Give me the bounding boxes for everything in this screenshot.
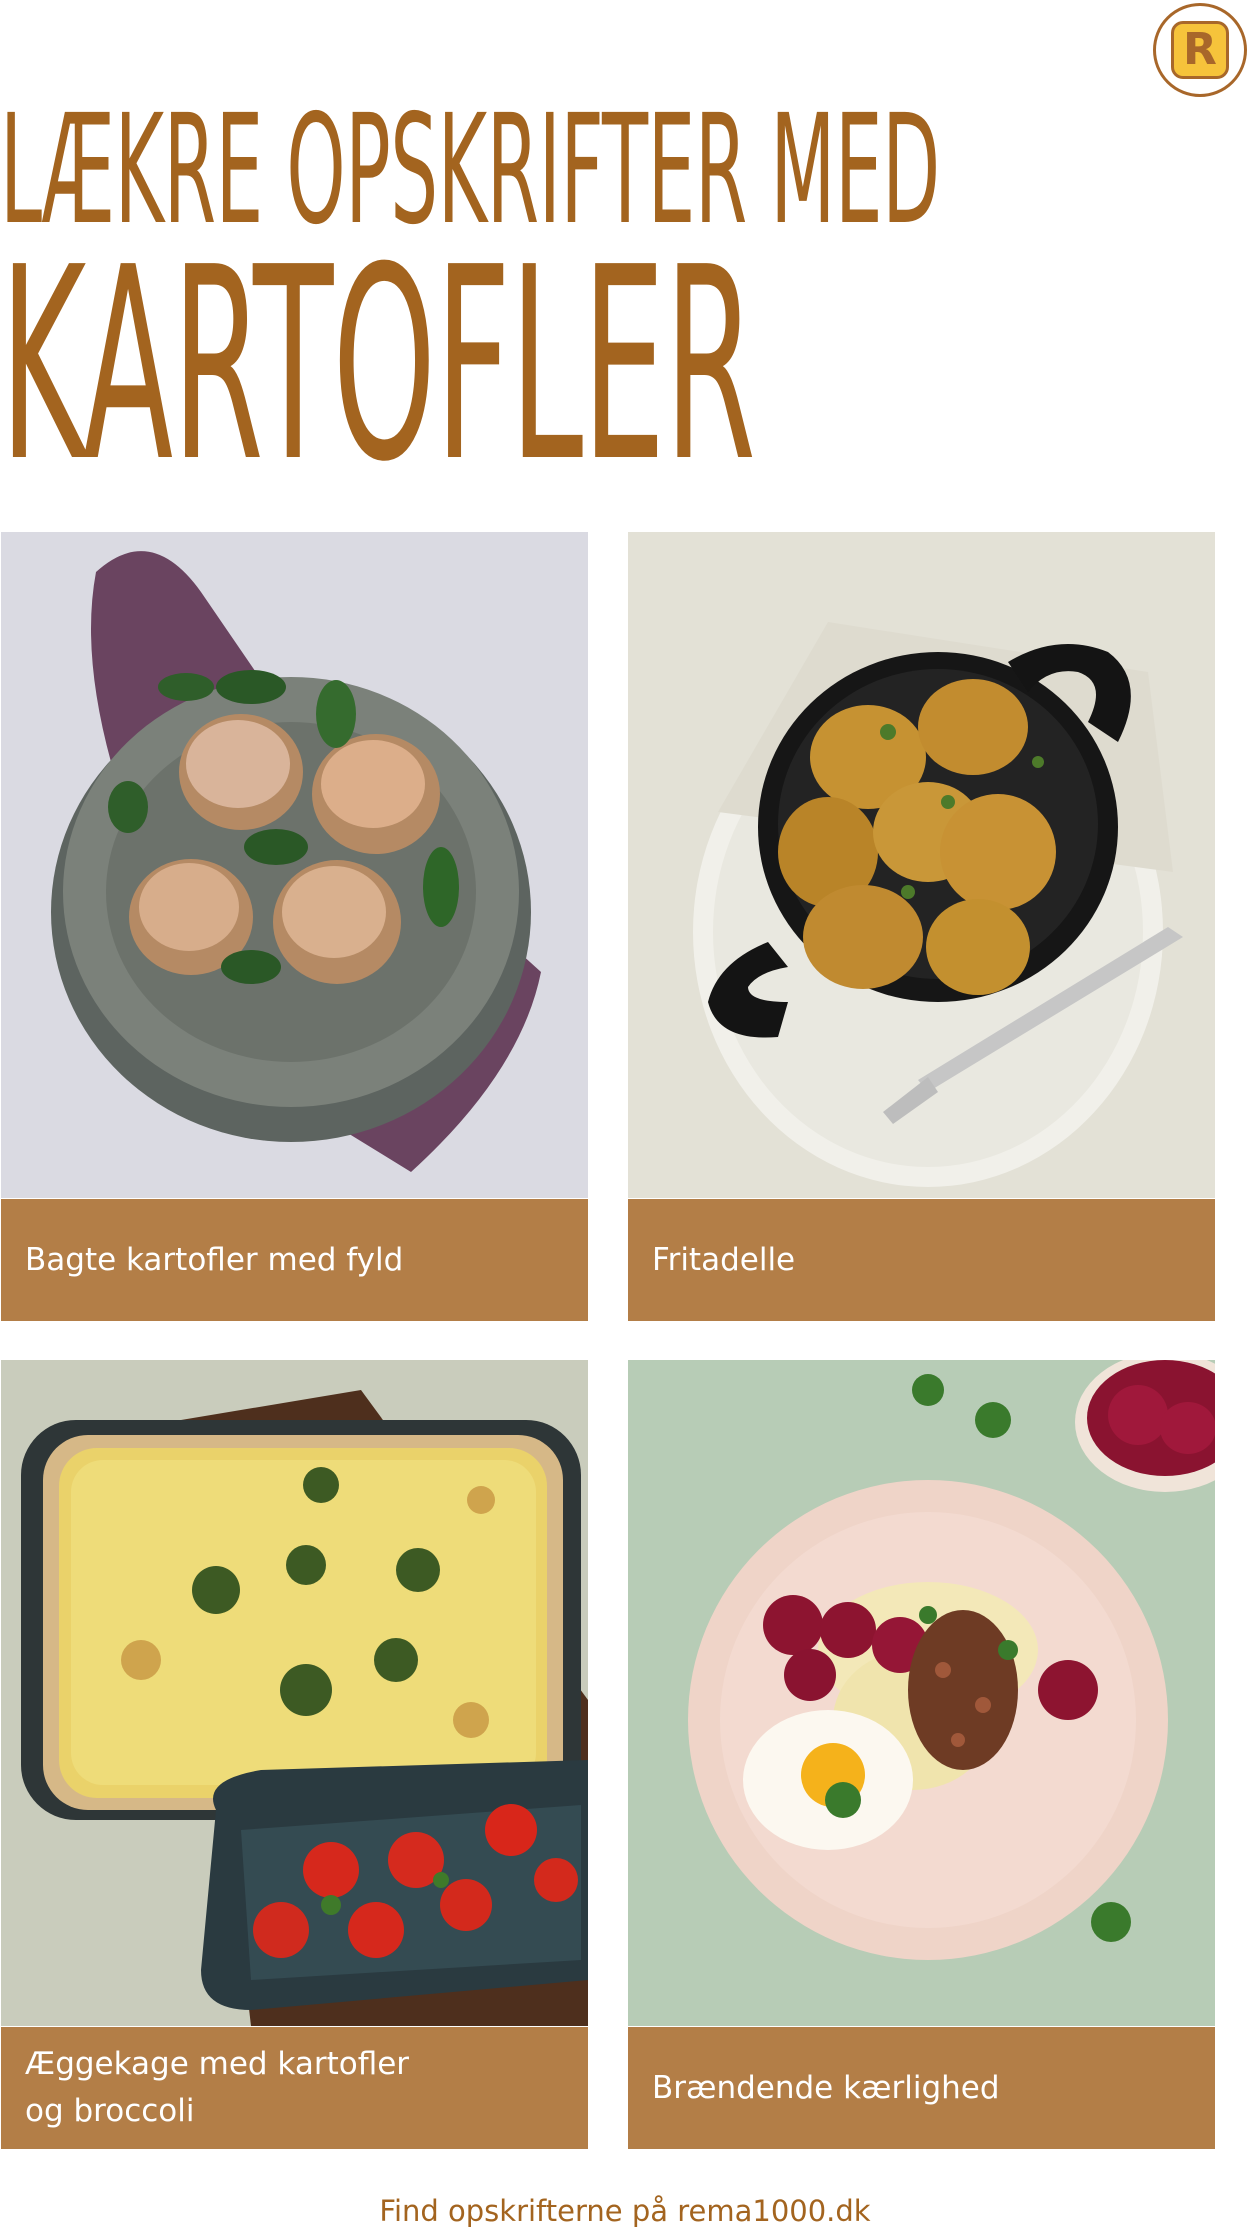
recipe-title-fritadelle: Fritadelle xyxy=(628,1199,1215,1321)
recipe-photo-fritadelle xyxy=(628,532,1215,1198)
recipe-title-bagte-kartofler: Bagte kartofler med fyld xyxy=(1,1199,588,1321)
recipe-title-aeggekage: Æggekage med kartofler og broccoli xyxy=(1,2027,588,2149)
recipe-card-fritadelle[interactable]: Fritadelle xyxy=(628,532,1215,1321)
rema-logo[interactable]: R xyxy=(1153,3,1247,97)
recipe-photo-aeggekage xyxy=(1,1360,588,2026)
recipe-photo-braendende-kaerlighed xyxy=(628,1360,1215,2026)
recipe-title-braendende-kaerlighed: Brændende kærlighed xyxy=(628,2027,1215,2149)
footer-link-text[interactable]: Find opskrifterne på rema1000.dk xyxy=(0,2194,1250,2228)
recipe-photo-bagte-kartofler xyxy=(1,532,588,1198)
recipe-card-aeggekage[interactable]: Æggekage med kartofler og broccoli xyxy=(1,1360,588,2149)
logo-letter: R xyxy=(1183,24,1217,75)
logo-badge: R xyxy=(1171,21,1229,79)
headline-line-2: KARTOFLER xyxy=(0,210,756,520)
recipe-card-braendende-kaerlighed[interactable]: Brændende kærlighed xyxy=(628,1360,1215,2149)
recipe-card-bagte-kartofler[interactable]: Bagte kartofler med fyld xyxy=(1,532,588,1321)
